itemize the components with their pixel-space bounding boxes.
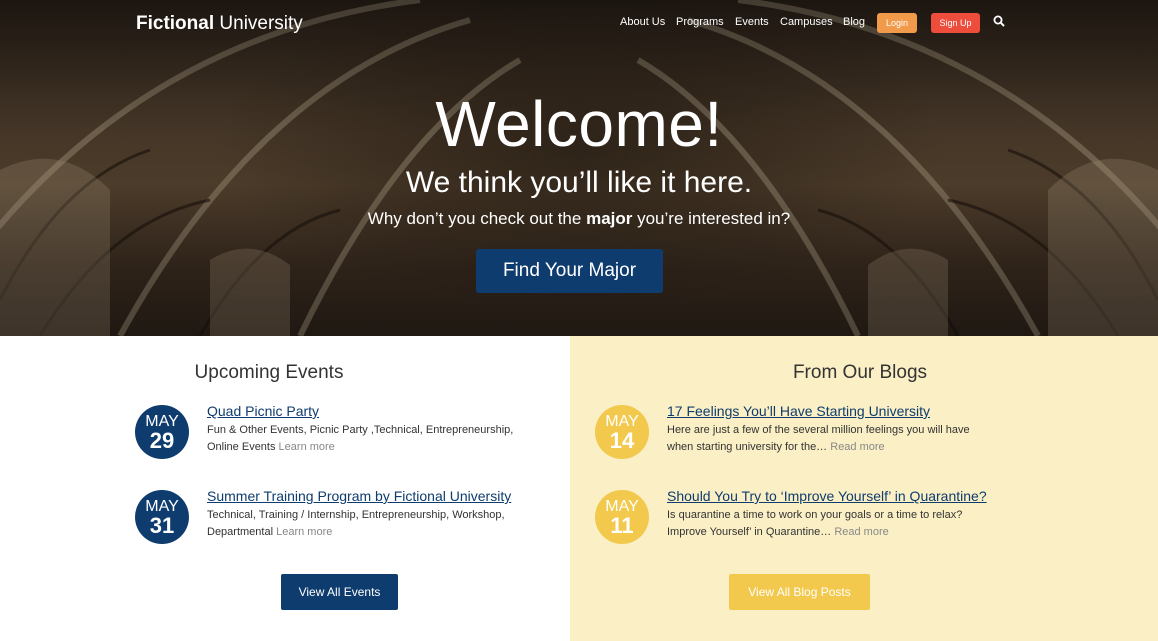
blog-title-link[interactable]: Should You Try to ‘Improve Yourself’ in … [667,487,987,505]
read-more-link[interactable]: Read more [834,526,888,538]
event-date-badge: MAY 29 [135,405,189,459]
event-description: Technical, Training / Internship, Entrep… [207,507,517,541]
event-day: 29 [149,428,175,453]
hero-subtitle: We think you’ll like it here. [405,166,753,199]
event-title-link[interactable]: Quad Picnic Party [207,402,319,420]
hero-title: Welcome! [435,88,723,160]
blog-excerpt: Here are just a few of the several milli… [667,422,997,456]
events-heading: Upcoming Events [194,362,344,383]
learn-more-link[interactable]: Learn more [279,441,335,453]
nav-item-programs[interactable]: Programs [676,16,724,28]
site-logo[interactable]: Fictional University [136,12,303,36]
tagline-text-end: you’re interested in? [632,209,791,228]
upcoming-events-section: Upcoming Events MAY 29 Quad Picnic Party… [0,336,570,641]
blog-excerpt-text: Here are just a few of the several milli… [667,424,970,453]
blog-title-link[interactable]: 17 Feelings You’ll Have Starting Univers… [667,402,930,420]
blogs-section: From Our Blogs MAY 14 17 Feelings You’ll… [570,336,1158,641]
tagline-text-start: Why don’t you check out the [367,209,587,228]
logo-light: University [214,13,303,34]
nav-item-campuses[interactable]: Campuses [780,16,833,28]
view-all-blog-posts-button[interactable]: View All Blog Posts [729,574,870,610]
search-icon[interactable] [993,15,1005,27]
event-month: MAY [145,498,179,515]
blogs-heading: From Our Blogs [792,362,928,383]
hero-banner: Fictional University About Us Programs E… [0,0,1158,336]
blog-day: 14 [609,428,635,453]
event-day: 31 [149,513,175,538]
nav-item-about-us[interactable]: About Us [620,16,665,28]
view-all-events-button[interactable]: View All Events [281,574,398,610]
login-button[interactable]: Login [877,13,917,33]
blog-month: MAY [605,498,639,515]
event-tags: Fun & Other Events, Picnic Party ,Techni… [207,424,514,453]
blog-date-badge: MAY 11 [595,490,649,544]
signup-button[interactable]: Sign Up [931,13,980,33]
logo-bold: Fictional [136,13,215,34]
blog-excerpt: Is quarantine a time to work on your goa… [667,507,1002,541]
event-date-badge: MAY 31 [135,490,189,544]
event-description: Fun & Other Events, Picnic Party ,Techni… [207,422,537,456]
blog-date-badge: MAY 14 [595,405,649,459]
find-your-major-button[interactable]: Find Your Major [476,249,663,293]
hero-tagline: Why don’t you check out the major you’re… [0,208,1158,230]
read-more-link[interactable]: Read more [830,441,884,453]
event-month: MAY [145,413,179,430]
blog-month: MAY [605,413,639,430]
nav-item-events[interactable]: Events [735,16,769,28]
event-tags: Technical, Training / Internship, Entrep… [207,509,505,538]
event-title-link[interactable]: Summer Training Program by Fictional Uni… [207,487,511,505]
nav-item-blog[interactable]: Blog [843,16,865,28]
learn-more-link[interactable]: Learn more [276,526,332,538]
blog-excerpt-text: Is quarantine a time to work on your goa… [667,509,963,538]
blog-day: 11 [610,513,634,538]
tagline-bold: major [586,209,633,228]
